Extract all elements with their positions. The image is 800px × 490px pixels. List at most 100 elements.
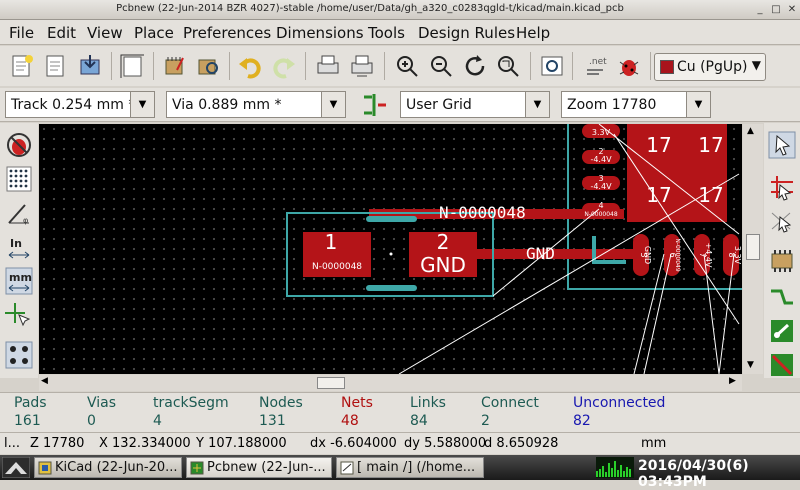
stat-connect: Connect 2 bbox=[481, 395, 539, 429]
pad1-number: 1 bbox=[325, 230, 338, 254]
menu-file[interactable]: File bbox=[9, 24, 34, 42]
units-inch-icon[interactable]: In bbox=[5, 233, 33, 261]
task-label: Pcbnew (22-Jun-... bbox=[207, 460, 326, 475]
pcb-canvas[interactable]: 1 N-0000048 2 GND N-0000048 GND 17 17 17… bbox=[39, 124, 742, 374]
ic-pin-label: 4 bbox=[598, 201, 603, 210]
kicad-app-icon bbox=[38, 461, 52, 475]
highlight-net-icon[interactable] bbox=[768, 173, 796, 201]
stat-value: 2 bbox=[481, 413, 490, 429]
pcbnew-app-icon bbox=[190, 461, 204, 475]
vertical-scrollbar[interactable]: ▲ ▼ bbox=[743, 124, 763, 374]
ic-pin-label: GND bbox=[643, 246, 652, 264]
print-icon[interactable] bbox=[314, 52, 342, 80]
cursor-shape-icon[interactable] bbox=[5, 301, 33, 329]
add-keepout-icon[interactable] bbox=[768, 351, 796, 379]
stat-value: 82 bbox=[573, 413, 591, 429]
status-y: Y 107.188000 bbox=[196, 436, 287, 451]
zoom-in-icon[interactable] bbox=[393, 52, 421, 80]
zoom-fit-icon[interactable] bbox=[494, 52, 522, 80]
stat-unconnected: Unconnected 82 bbox=[573, 395, 665, 429]
close-button[interactable]: ✕ bbox=[786, 4, 798, 16]
menu-tools[interactable]: Tools bbox=[368, 24, 405, 42]
taskbar: KiCad (22-Jun-20... Pcbnew (22-Jun-... [… bbox=[0, 455, 800, 490]
scroll-right-icon[interactable]: ▶ bbox=[729, 376, 736, 386]
stat-value: 84 bbox=[410, 413, 428, 429]
menu-place[interactable]: Place bbox=[134, 24, 174, 42]
stat-value: 161 bbox=[14, 413, 41, 429]
chevron-down-icon[interactable]: ▼ bbox=[525, 92, 549, 117]
scroll-up-icon[interactable]: ▲ bbox=[747, 126, 754, 136]
status-distance: d 8.650928 bbox=[484, 436, 559, 451]
stat-value: 0 bbox=[87, 413, 96, 429]
find-icon[interactable] bbox=[538, 52, 566, 80]
library-browser-icon[interactable] bbox=[194, 52, 222, 80]
chevron-down-icon[interactable]: ▼ bbox=[686, 92, 710, 117]
drc-off-icon[interactable] bbox=[5, 131, 33, 159]
add-track-icon[interactable] bbox=[768, 283, 796, 311]
layer-color-swatch bbox=[660, 60, 674, 74]
task-file-manager[interactable]: [ main /] (/home... bbox=[336, 457, 484, 478]
start-menu-icon[interactable] bbox=[2, 457, 30, 478]
local-ratsnest-icon[interactable] bbox=[768, 207, 796, 235]
pad2-net: GND bbox=[420, 253, 466, 277]
horizontal-scrollbar[interactable]: ◀ ▶ bbox=[39, 375, 742, 391]
stat-label: Vias bbox=[87, 395, 117, 411]
auto-track-width-icon[interactable] bbox=[360, 91, 388, 119]
horizontal-scroll-thumb[interactable] bbox=[317, 377, 345, 389]
task-pcbnew[interactable]: Pcbnew (22-Jun-... bbox=[186, 457, 332, 478]
big-pad-label: 17 bbox=[646, 183, 671, 207]
undo-icon[interactable] bbox=[236, 52, 264, 80]
save-icon[interactable] bbox=[76, 52, 104, 80]
menu-design-rules[interactable]: Design Rules bbox=[418, 24, 515, 42]
redo-icon[interactable] bbox=[270, 52, 298, 80]
grid-value: User Grid bbox=[406, 97, 472, 113]
polar-coords-icon[interactable]: φ bbox=[5, 199, 33, 227]
units-mm-icon[interactable]: mm bbox=[5, 267, 33, 295]
scroll-left-icon[interactable]: ◀ bbox=[41, 376, 48, 386]
status-message: l... bbox=[4, 436, 21, 451]
zoom-out-icon[interactable] bbox=[427, 52, 455, 80]
select-tool-icon[interactable] bbox=[768, 131, 796, 159]
add-zone-icon[interactable] bbox=[768, 317, 796, 345]
grid-select[interactable]: User Grid ▼ bbox=[400, 91, 550, 118]
menu-view[interactable]: View bbox=[87, 24, 123, 42]
show-ratsnest-icon[interactable] bbox=[5, 341, 33, 369]
menu-dimensions[interactable]: Dimensions bbox=[276, 24, 364, 42]
task-kicad[interactable]: KiCad (22-Jun-20... bbox=[34, 457, 182, 478]
main-toolbar: .net Cu (PgUp) ▼ bbox=[0, 46, 800, 86]
status-zoom: Z 17780 bbox=[30, 436, 85, 451]
big-pad-label: 17 bbox=[698, 183, 723, 207]
maximize-button[interactable]: □ bbox=[770, 4, 782, 16]
status-x: X 132.334000 bbox=[99, 436, 191, 451]
netlist-icon[interactable]: .net bbox=[581, 52, 609, 80]
layer-select[interactable]: Cu (PgUp) ▼ bbox=[654, 53, 766, 81]
grid-toggle-icon[interactable] bbox=[5, 165, 33, 193]
via-size-select[interactable]: Via 0.889 mm * ▼ bbox=[166, 91, 346, 118]
add-module-icon[interactable] bbox=[768, 247, 796, 275]
open-board-icon[interactable] bbox=[42, 52, 70, 80]
plot-icon[interactable] bbox=[348, 52, 376, 80]
menu-edit[interactable]: Edit bbox=[47, 24, 76, 42]
menu-help[interactable]: Help bbox=[516, 24, 550, 42]
drc-icon[interactable] bbox=[615, 52, 643, 80]
track-width-select[interactable]: Track 0.254 mm * ▼ bbox=[5, 91, 155, 118]
ic-pin-label: 3.3V bbox=[733, 246, 742, 265]
big-pad-label: 17 bbox=[646, 133, 671, 157]
redraw-icon[interactable] bbox=[461, 52, 489, 80]
zoom-select[interactable]: Zoom 17780 ▼ bbox=[561, 91, 711, 118]
menu-preferences[interactable]: Preferences bbox=[183, 24, 271, 42]
minimize-button[interactable]: _ bbox=[754, 4, 766, 16]
chevron-down-icon[interactable]: ▼ bbox=[130, 92, 154, 117]
chevron-down-icon[interactable]: ▼ bbox=[321, 92, 345, 117]
vertical-scroll-thumb[interactable] bbox=[746, 234, 760, 260]
trace-net-label: N-0000048 bbox=[439, 203, 526, 222]
stat-label: Pads bbox=[14, 395, 47, 411]
new-board-icon[interactable] bbox=[8, 52, 36, 80]
module-editor-icon[interactable] bbox=[160, 52, 188, 80]
page-settings-icon[interactable] bbox=[118, 52, 146, 80]
svg-text:In: In bbox=[10, 237, 22, 250]
ic-pin-label: -4.4V bbox=[590, 182, 612, 191]
scroll-down-icon[interactable]: ▼ bbox=[747, 360, 754, 370]
svg-text:.net: .net bbox=[589, 57, 607, 67]
menu-bar: File Edit View Place Preferences Dimensi… bbox=[0, 20, 800, 45]
